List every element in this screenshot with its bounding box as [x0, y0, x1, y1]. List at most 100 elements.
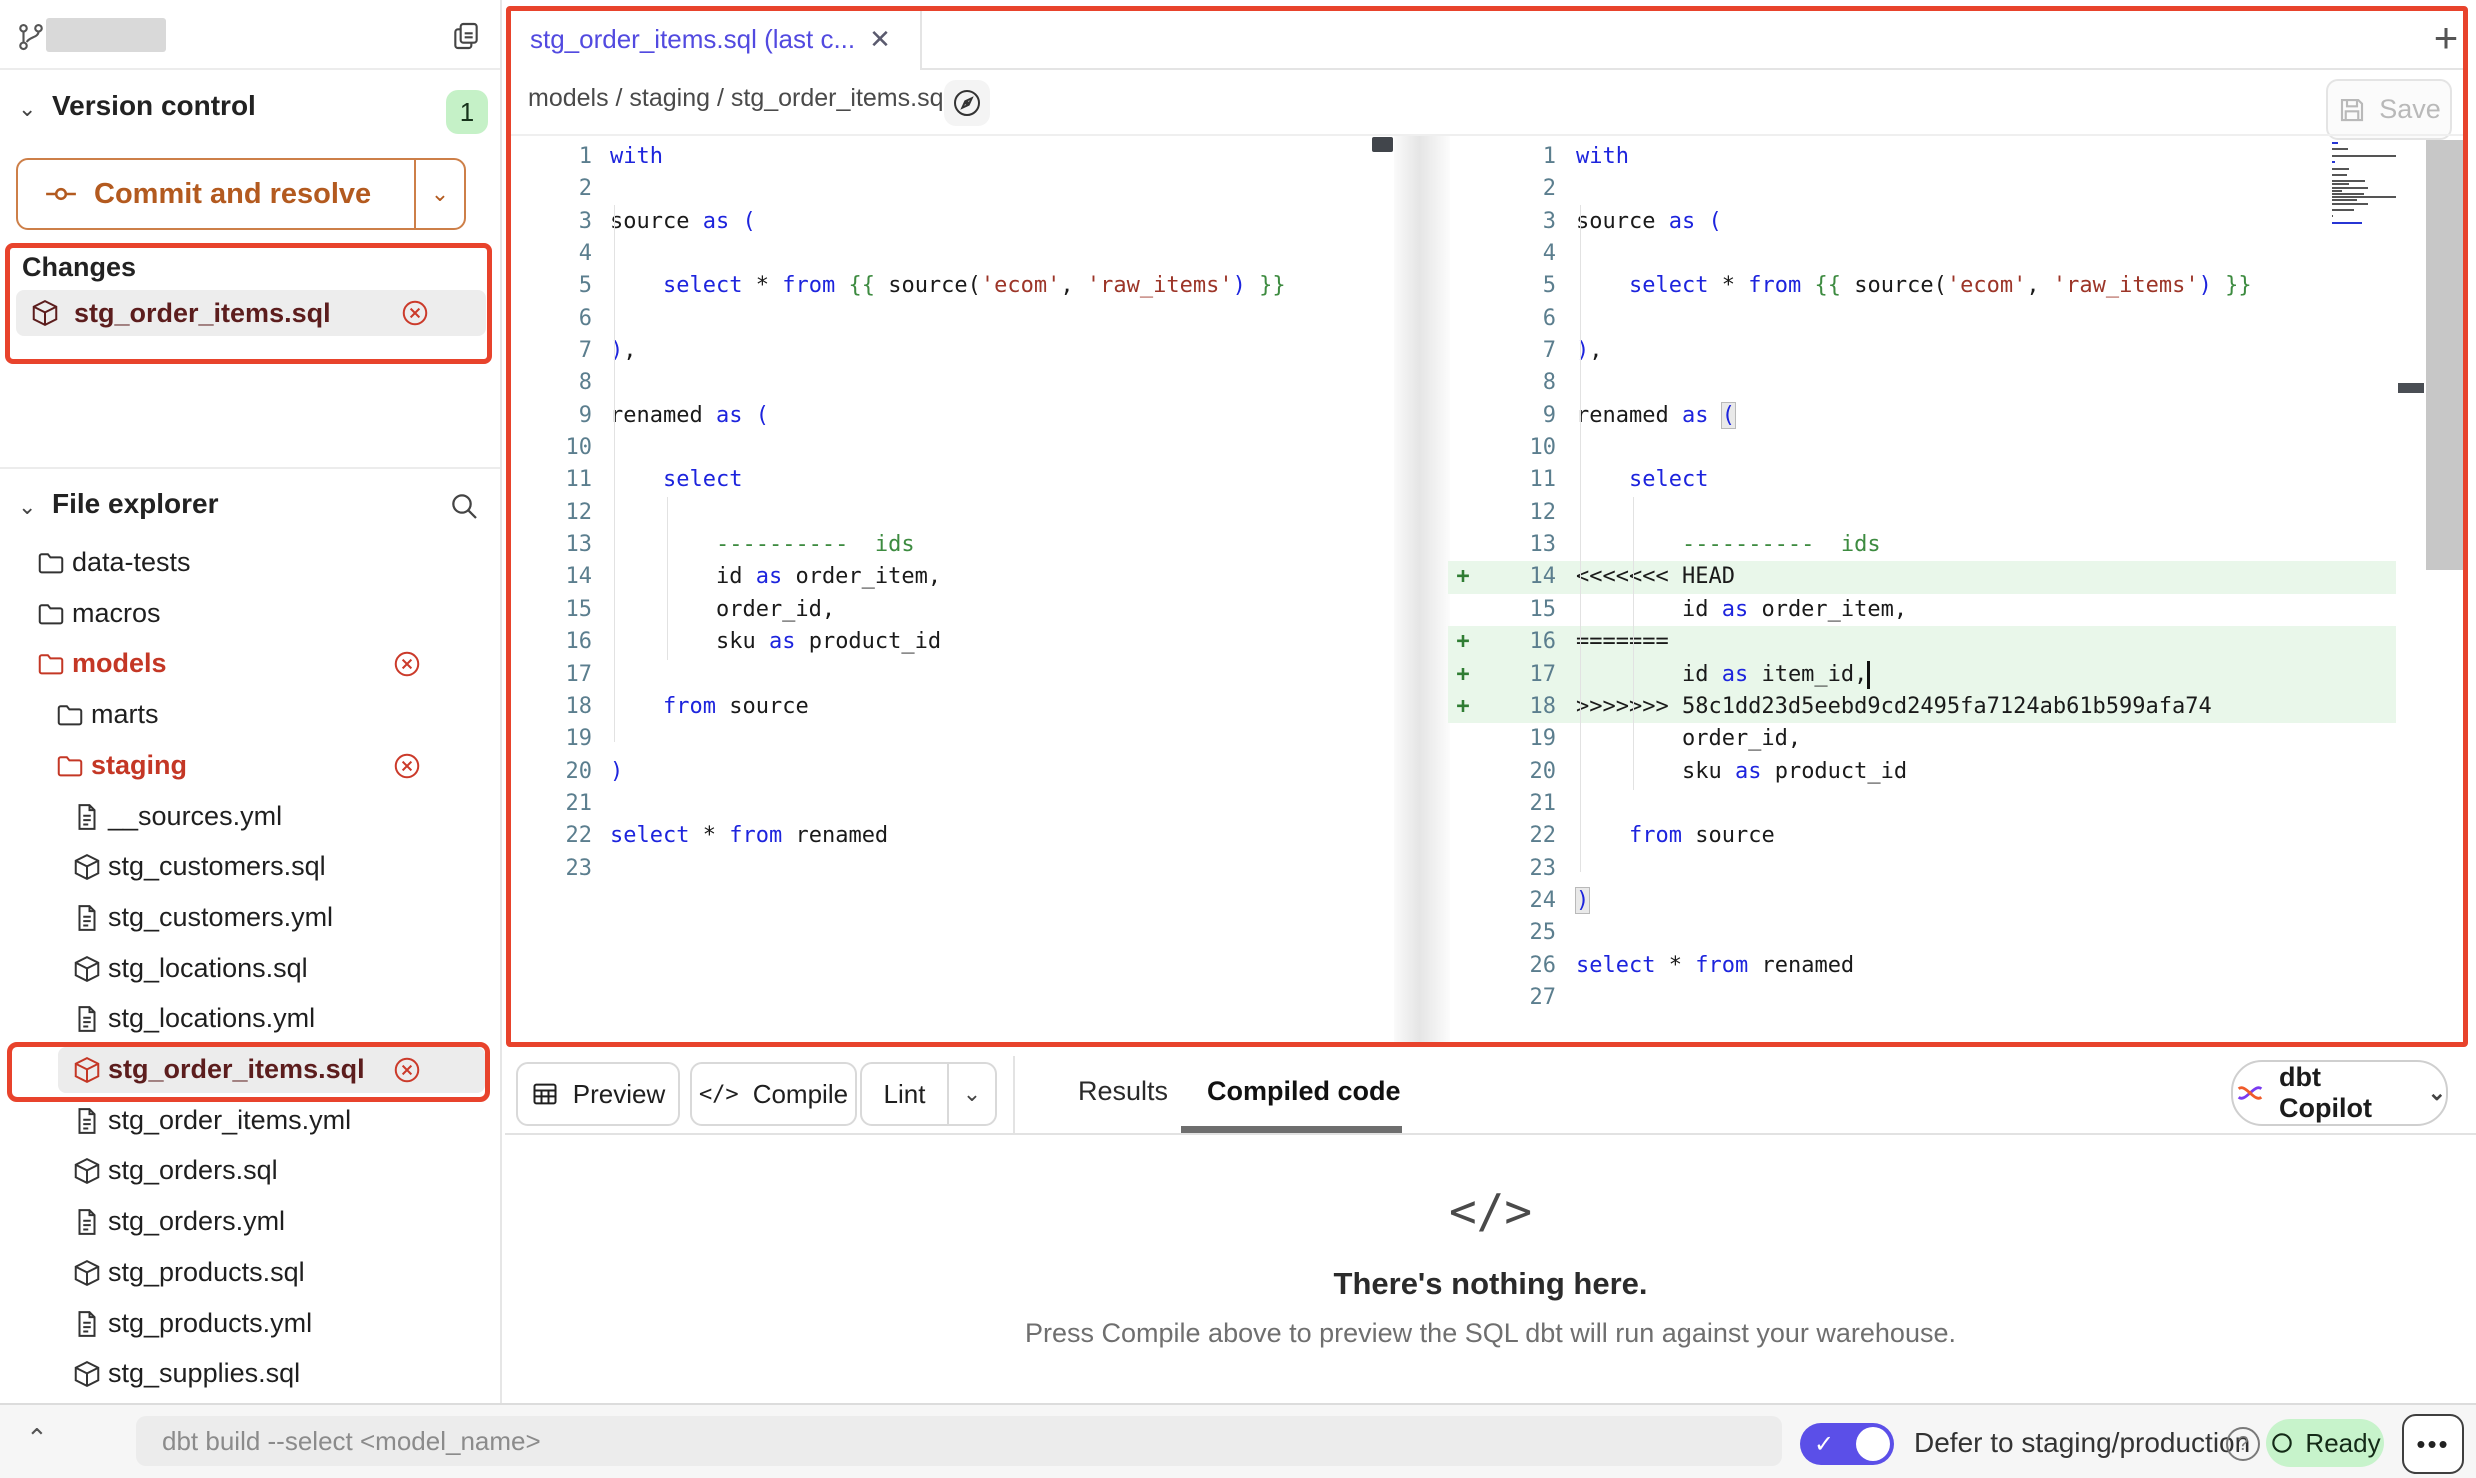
code-line-9[interactable]: 9renamed as (	[508, 400, 1394, 432]
code-line-23[interactable]: 23	[1448, 853, 2396, 885]
code-line-7[interactable]: 7),	[1448, 335, 2396, 367]
search-icon[interactable]	[448, 490, 480, 522]
file-row-stg_supplies.sql[interactable]: stg_supplies.sql	[0, 1351, 500, 1397]
code-line-17[interactable]: 17	[508, 659, 1394, 691]
code-line-20[interactable]: 20)	[508, 756, 1394, 788]
left-pane-scrollbar[interactable]	[1372, 137, 1393, 152]
code-line-5[interactable]: 5 select * from {{ source('ecom', 'raw_i…	[1448, 270, 2396, 302]
compile-button[interactable]: </> Compile	[690, 1062, 857, 1126]
code-line-6[interactable]: 6	[1448, 303, 2396, 335]
code-line-24[interactable]: 24)	[1448, 885, 2396, 917]
file-row-__sources.yml[interactable]: __sources.yml	[0, 794, 500, 840]
lint-button[interactable]: Lint ⌄	[860, 1062, 997, 1126]
code-line-7[interactable]: 7),	[508, 335, 1394, 367]
commit-dropdown-chevron[interactable]: ⌄	[414, 160, 464, 228]
version-control-header[interactable]: Version control	[52, 90, 256, 122]
file-row-stg_orders.yml[interactable]: stg_orders.yml	[0, 1199, 500, 1245]
code-line-13[interactable]: 13 ---------- ids	[1448, 529, 2396, 561]
file-row-staging[interactable]: staging	[0, 743, 500, 789]
code-line-17[interactable]: +17 id as item_id,	[1448, 659, 2396, 691]
file-row-stg_products.sql[interactable]: stg_products.sql	[0, 1250, 500, 1296]
discard-change-icon[interactable]	[400, 298, 430, 328]
commit-and-resolve-button[interactable]: Commit and resolve ⌄	[16, 158, 466, 230]
file-row-stg_locations.sql[interactable]: stg_locations.sql	[0, 946, 500, 992]
editor-pane-left[interactable]: 1with23source as (45 select * from {{ so…	[508, 136, 1394, 1047]
copy-icon[interactable]	[450, 20, 482, 52]
code-line-4[interactable]: 4	[508, 238, 1394, 270]
editor-pane-right[interactable]: 1with23source as (45 select * from {{ so…	[1448, 136, 2396, 1047]
code-line-13[interactable]: 13 ---------- ids	[508, 529, 1394, 561]
minimap[interactable]	[2332, 142, 2398, 228]
code-line-1[interactable]: 1with	[1448, 141, 2396, 173]
code-line-5[interactable]: 5 select * from {{ source('ecom', 'raw_i…	[508, 270, 1394, 302]
code-line-10[interactable]: 10	[1448, 432, 2396, 464]
file-row-stg_order_items.yml[interactable]: stg_order_items.yml	[0, 1098, 500, 1144]
code-line-16[interactable]: +16=======	[1448, 626, 2396, 658]
file-row-stg_locations.yml[interactable]: stg_locations.yml	[0, 996, 500, 1042]
code-line-15[interactable]: 15 id as order_item,	[1448, 594, 2396, 626]
code-line-20[interactable]: 20 sku as product_id	[1448, 756, 2396, 788]
more-options-button[interactable]: •••	[2402, 1414, 2464, 1474]
file-row-macros[interactable]: macros	[0, 591, 500, 637]
preview-button[interactable]: Preview	[516, 1062, 680, 1126]
expand-panel-chevron[interactable]: ⌃	[26, 1423, 48, 1454]
file-row-stg_order_items.sql[interactable]: stg_order_items.sql	[0, 1047, 500, 1093]
code-line-14[interactable]: +14<<<<<<< HEAD	[1448, 561, 2396, 593]
code-line-18[interactable]: +18>>>>>>> 58c1dd23d5eebd9cd2495fa7124ab…	[1448, 691, 2396, 723]
code-line-4[interactable]: 4	[1448, 238, 2396, 270]
file-row-stg_customers.yml[interactable]: stg_customers.yml	[0, 895, 500, 941]
code-line-8[interactable]: 8	[508, 367, 1394, 399]
code-line-10[interactable]: 10	[508, 432, 1394, 464]
file-row-stg_customers.sql[interactable]: stg_customers.sql	[0, 844, 500, 890]
code-line-1[interactable]: 1with	[508, 141, 1394, 173]
file-explorer-header[interactable]: File explorer	[52, 488, 219, 520]
command-input[interactable]: dbt build --select <model_name>	[136, 1416, 1782, 1466]
changes-item[interactable]: stg_order_items.sql	[16, 290, 486, 336]
file-row-stg_orders.sql[interactable]: stg_orders.sql	[0, 1148, 500, 1194]
tab-results[interactable]: Results	[1078, 1076, 1168, 1107]
code-line-26[interactable]: 26select * from renamed	[1448, 950, 2396, 982]
code-line-15[interactable]: 15 order_id,	[508, 594, 1394, 626]
code-line-3[interactable]: 3source as (	[1448, 206, 2396, 238]
code-line-23[interactable]: 23	[508, 853, 1394, 885]
tab-close-icon[interactable]: ✕	[869, 24, 891, 55]
file-row-data-tests[interactable]: data-tests	[0, 540, 500, 586]
discard-change-icon[interactable]	[392, 1055, 422, 1085]
code-line-25[interactable]: 25	[1448, 917, 2396, 949]
code-line-9[interactable]: 9renamed as (	[1448, 400, 2396, 432]
right-pane-scrollbar-thumb[interactable]	[2398, 383, 2424, 393]
code-line-2[interactable]: 2	[1448, 173, 2396, 205]
code-line-19[interactable]: 19 order_id,	[1448, 723, 2396, 755]
code-line-11[interactable]: 11 select	[508, 464, 1394, 496]
code-line-22[interactable]: 22 from source	[1448, 820, 2396, 852]
code-line-18[interactable]: 18 from source	[508, 691, 1394, 723]
file-row-models[interactable]: models	[0, 641, 500, 687]
chevron-down-icon[interactable]: ⌄	[18, 96, 36, 122]
defer-toggle[interactable]: ✓	[1800, 1423, 1894, 1465]
code-line-22[interactable]: 22select * from renamed	[508, 820, 1394, 852]
code-line-27[interactable]: 27	[1448, 982, 2396, 1014]
new-tab-button[interactable]: +	[2424, 16, 2468, 60]
code-line-19[interactable]: 19	[508, 723, 1394, 755]
help-icon[interactable]: ?	[2226, 1427, 2260, 1461]
lint-dropdown-chevron[interactable]: ⌄	[947, 1064, 995, 1124]
right-pane-scrollbar-track[interactable]	[2426, 140, 2468, 570]
save-button[interactable]: Save	[2326, 79, 2452, 140]
code-line-12[interactable]: 12	[1448, 497, 2396, 529]
lineage-icon[interactable]	[944, 80, 990, 126]
code-line-6[interactable]: 6	[508, 303, 1394, 335]
ready-status-badge[interactable]: Ready	[2266, 1419, 2384, 1467]
chevron-down-icon[interactable]: ⌄	[18, 494, 36, 520]
discard-change-icon[interactable]	[392, 649, 422, 679]
dbt-copilot-button[interactable]: dbt Copilot ⌄	[2231, 1060, 2448, 1126]
tab-compiled-code[interactable]: Compiled code	[1207, 1076, 1401, 1107]
code-line-12[interactable]: 12	[508, 497, 1394, 529]
code-line-21[interactable]: 21	[1448, 788, 2396, 820]
code-line-14[interactable]: 14 id as order_item,	[508, 561, 1394, 593]
file-row-stg_products.yml[interactable]: stg_products.yml	[0, 1301, 500, 1347]
code-line-8[interactable]: 8	[1448, 367, 2396, 399]
code-line-3[interactable]: 3source as (	[508, 206, 1394, 238]
file-row-marts[interactable]: marts	[0, 692, 500, 738]
code-line-2[interactable]: 2	[508, 173, 1394, 205]
code-line-21[interactable]: 21	[508, 788, 1394, 820]
